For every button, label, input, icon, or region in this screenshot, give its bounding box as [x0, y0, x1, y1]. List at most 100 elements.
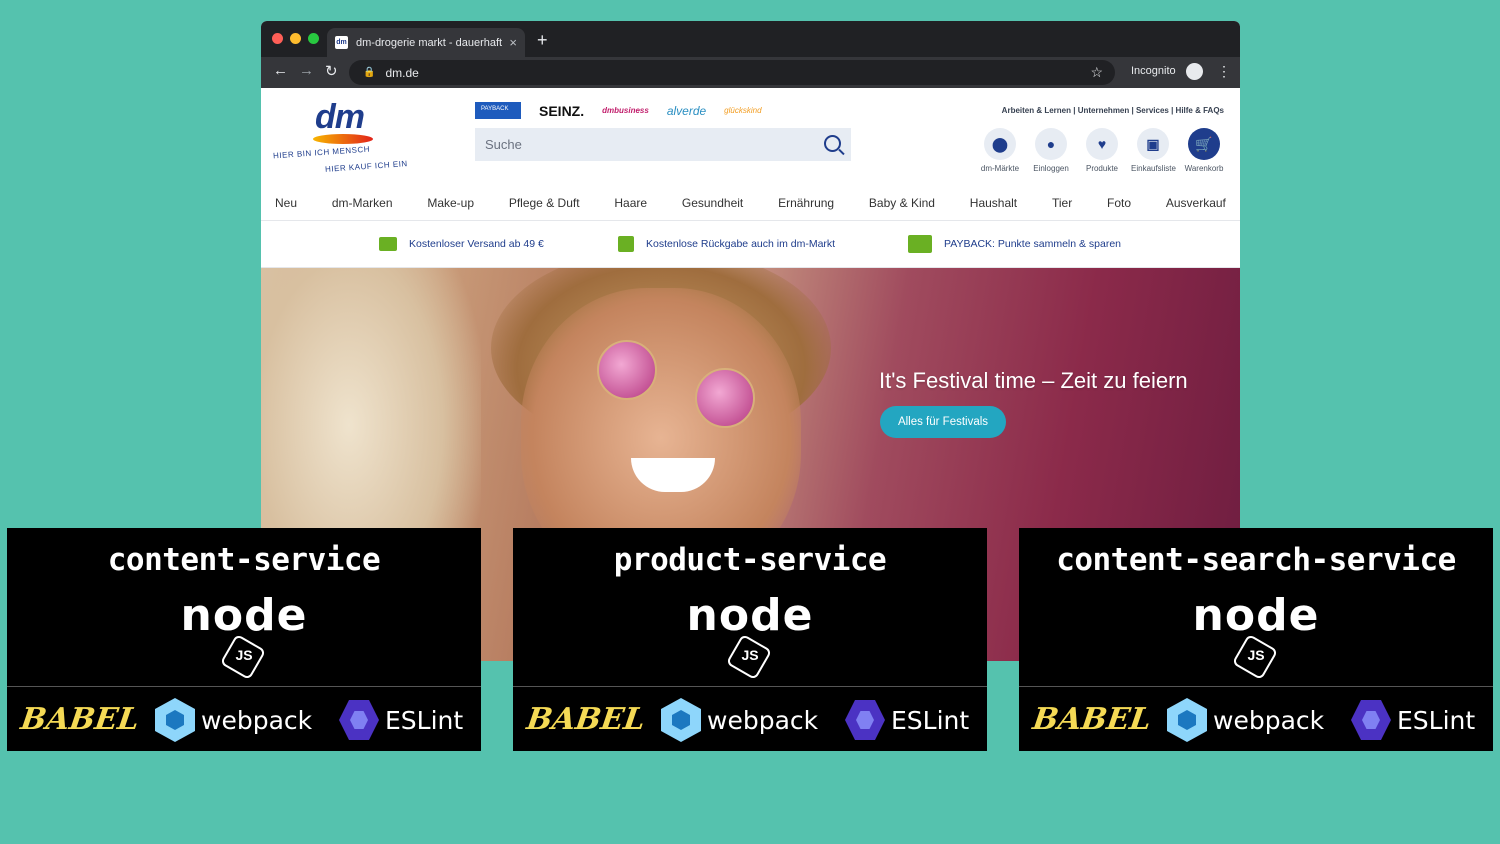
browser-tab[interactable]: dm dm-drogerie markt - dauerhaft × — [327, 28, 525, 57]
cart-link[interactable]: 🛒 Warenkorb — [1182, 128, 1226, 173]
nav-item-haushalt[interactable]: Haushalt — [970, 196, 1017, 210]
header-icons: ⬤ dm-Märkte ● Einloggen ♥ Produkte ▣ Ein… — [978, 128, 1226, 173]
card-divider — [7, 686, 481, 687]
sunglasses-left-lens — [597, 340, 657, 400]
node-wordmark: node — [1192, 590, 1320, 641]
main-navigation: Neu dm-Marken Make-up Pflege & Duft Haar… — [261, 186, 1240, 221]
usp-bar: Kostenloser Versand ab 49 € Kostenlose R… — [261, 221, 1240, 268]
node-wordmark: node — [180, 590, 308, 641]
incognito-icon[interactable] — [1186, 63, 1203, 80]
nav-item-foto[interactable]: Foto — [1107, 196, 1131, 210]
address-bar: ← → ↻ 🔒 dm.de ☆ Incognito ⋮ — [261, 57, 1240, 88]
logo-tagline-1: HIER BIN ICH MENSCH — [272, 144, 371, 161]
clipboard-icon: ▣ — [1137, 128, 1169, 160]
reload-icon[interactable]: ↻ — [325, 62, 338, 80]
nav-item-haare[interactable]: Haare — [614, 196, 647, 210]
login-link[interactable]: ● Einloggen — [1029, 128, 1073, 173]
location-pin-icon: ⬤ — [984, 128, 1016, 160]
login-label: Einloggen — [1033, 164, 1069, 173]
service-title: content-service — [107, 542, 381, 578]
dm-logo[interactable]: dm HIER BIN ICH MENSCH HIER KAUF ICH EIN — [273, 98, 413, 178]
service-card-product: product-service node JS BABEL webpack ES… — [513, 528, 987, 751]
node-js-badge: JS — [741, 647, 759, 663]
brand-payback[interactable]: PAYBACK — [475, 102, 521, 119]
shopping-list-link[interactable]: ▣ Einkaufsliste — [1131, 128, 1176, 173]
logo-tagline-2: HIER KAUF ICH EIN — [324, 159, 408, 174]
tool-logos: BABEL webpack ESLint — [513, 696, 987, 742]
webpack-label: webpack — [201, 705, 313, 735]
usp-returns[interactable]: Kostenlose Rückgabe auch im dm-Markt — [618, 236, 835, 252]
stores-label: dm-Märkte — [980, 164, 1020, 173]
favorites-link[interactable]: ♥ Produkte — [1080, 128, 1124, 173]
eslint-logo: ESLint — [1351, 700, 1475, 740]
favorites-label: Produkte — [1085, 164, 1119, 173]
nav-item-gesundheit[interactable]: Gesundheit — [682, 196, 743, 210]
url-input[interactable]: 🔒 dm.de ☆ — [349, 60, 1115, 85]
logo-swoosh — [313, 134, 373, 144]
close-tab-icon[interactable]: × — [509, 35, 517, 50]
sunglasses-right-lens — [695, 368, 755, 428]
nav-item-tier[interactable]: Tier — [1052, 196, 1072, 210]
nav-item-dm-marken[interactable]: dm-Marken — [332, 196, 393, 210]
webpack-cube-icon — [155, 698, 195, 742]
webpack-logo: webpack — [1167, 698, 1324, 742]
webpack-logo: webpack — [155, 698, 312, 742]
usp-payback-text: PAYBACK: Punkte sammeln & sparen — [944, 238, 1122, 250]
brand-dmbusiness[interactable]: dmbusiness — [602, 106, 649, 115]
favicon-icon: dm — [335, 36, 348, 49]
nodejs-logo-icon: node JS — [174, 590, 314, 681]
close-window-button[interactable] — [272, 33, 283, 44]
back-icon[interactable]: ← — [273, 62, 288, 79]
usp-payback[interactable]: PAYBACK: Punkte sammeln & sparen — [908, 235, 1121, 253]
new-tab-button[interactable]: + — [537, 30, 548, 51]
eslint-label: ESLint — [1397, 705, 1476, 735]
nodejs-logo-icon: node JS — [1186, 590, 1326, 681]
webpack-label: webpack — [707, 705, 819, 735]
eslint-hexagon-icon — [845, 700, 885, 740]
payback-card-icon — [908, 235, 932, 253]
eslint-hexagon-icon — [339, 700, 379, 740]
card-divider — [513, 686, 987, 687]
minimize-window-button[interactable] — [290, 33, 301, 44]
hero-cta-button[interactable]: Alles für Festivals — [880, 406, 1006, 438]
nav-item-pflege-duft[interactable]: Pflege & Duft — [509, 196, 580, 210]
search-placeholder: Suche — [485, 137, 522, 152]
nav-item-make-up[interactable]: Make-up — [427, 196, 474, 210]
nodejs-logo-icon: node JS — [680, 590, 820, 681]
heart-icon: ♥ — [1086, 128, 1118, 160]
node-js-badge: JS — [235, 647, 253, 663]
babel-logo-icon: BABEL — [18, 702, 142, 737]
brand-seinz[interactable]: SEINZ. — [539, 103, 584, 119]
service-card-content: content-service node JS BABEL webpack ES… — [7, 528, 481, 751]
site-header: dm HIER BIN ICH MENSCH HIER KAUF ICH EIN… — [261, 88, 1240, 186]
eslint-logo: ESLint — [339, 700, 463, 740]
brand-glueckskind[interactable]: glückskind — [724, 106, 761, 115]
bookmark-star-icon[interactable]: ☆ — [1090, 64, 1103, 81]
nav-item-neu[interactable]: Neu — [275, 196, 297, 210]
tool-logos: BABEL webpack ESLint — [1019, 696, 1493, 742]
nav-item-baby-kind[interactable]: Baby & Kind — [869, 196, 935, 210]
logo-word: dm — [315, 98, 365, 136]
stores-link[interactable]: ⬤ dm-Märkte — [978, 128, 1022, 173]
nav-item-ausverkauf[interactable]: Ausverkauf — [1166, 196, 1226, 210]
search-icon[interactable] — [824, 135, 841, 152]
search-input[interactable]: Suche — [475, 128, 851, 161]
webpack-cube-icon — [1167, 698, 1207, 742]
maximize-window-button[interactable] — [308, 33, 319, 44]
brand-alverde[interactable]: alverde — [667, 104, 706, 118]
usp-shipping[interactable]: Kostenloser Versand ab 49 € — [379, 237, 544, 251]
top-links[interactable]: Arbeiten & Lernen | Unternehmen | Servic… — [1002, 106, 1224, 115]
service-card-content-search: content-search-service node JS BABEL web… — [1019, 528, 1493, 751]
menu-kebab-icon[interactable]: ⋮ — [1217, 63, 1231, 80]
eslint-label: ESLint — [891, 705, 970, 735]
user-icon: ● — [1035, 128, 1067, 160]
node-wordmark: node — [686, 590, 814, 641]
node-js-badge: JS — [1247, 647, 1265, 663]
nav-item-ernaehrung[interactable]: Ernährung — [778, 196, 834, 210]
webpack-label: webpack — [1213, 705, 1325, 735]
cart-icon: 🛒 — [1188, 128, 1220, 160]
forward-icon[interactable]: → — [299, 62, 314, 79]
eslint-logo: ESLint — [845, 700, 969, 740]
card-divider — [1019, 686, 1493, 687]
url-text: dm.de — [385, 65, 419, 80]
